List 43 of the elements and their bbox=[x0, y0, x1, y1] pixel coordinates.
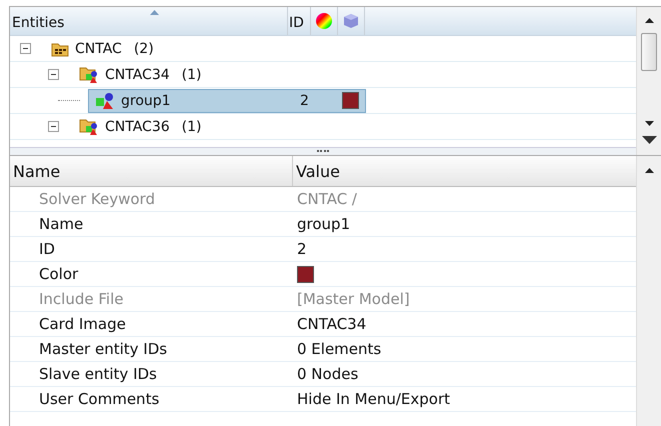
property-name: Solver Keyword bbox=[38, 190, 156, 208]
property-name: Slave entity IDs bbox=[38, 365, 158, 383]
color-wheel-icon[interactable] bbox=[315, 12, 333, 30]
scroll-thumb[interactable] bbox=[641, 33, 657, 71]
sort-arrow-icon bbox=[150, 10, 159, 15]
dropdown-arrow-icon[interactable] bbox=[642, 136, 656, 144]
property-value[interactable]: CNTAC34 bbox=[297, 315, 366, 333]
property-name: Master entity IDs bbox=[38, 340, 168, 358]
down-arrow-icon[interactable] bbox=[644, 121, 654, 126]
collapse-icon[interactable] bbox=[20, 43, 31, 54]
property-name: Name bbox=[38, 215, 84, 233]
column-heading[interactable]: Value bbox=[293, 156, 636, 186]
property-value[interactable]: group1 bbox=[297, 215, 350, 233]
column-heading[interactable]: Name bbox=[10, 156, 293, 186]
property-name: Card Image bbox=[38, 315, 127, 333]
property-name: User Comments bbox=[38, 390, 160, 408]
grip-icon bbox=[317, 150, 329, 154]
column-heading[interactable]: Entities bbox=[10, 7, 288, 35]
shapes-icon bbox=[95, 92, 115, 110]
cube-icon[interactable] bbox=[343, 13, 359, 29]
splitter-handle[interactable] bbox=[10, 147, 636, 155]
tree-item[interactable]: CNTAC34 (1) bbox=[73, 62, 208, 86]
tree-item[interactable]: group1 2 bbox=[88, 88, 366, 112]
folder-icon bbox=[79, 66, 99, 84]
property-value[interactable]: 0 Elements bbox=[297, 340, 382, 358]
up-arrow-icon[interactable] bbox=[644, 168, 654, 173]
color-swatch[interactable] bbox=[297, 266, 314, 282]
property-value[interactable]: 2 bbox=[297, 240, 307, 258]
scrollbar[interactable] bbox=[636, 156, 661, 426]
scrollbar[interactable] bbox=[636, 7, 661, 155]
property-value[interactable]: Hide In Menu/Export bbox=[297, 390, 450, 408]
tree-item[interactable]: CNTAC36 (1) bbox=[73, 114, 208, 138]
tree-item[interactable]: CNTAC (2) bbox=[45, 36, 160, 60]
folder-icon bbox=[79, 118, 99, 136]
up-arrow-icon[interactable] bbox=[644, 18, 654, 23]
folder-icon bbox=[51, 40, 69, 56]
property-name: Color bbox=[38, 265, 80, 283]
property-value[interactable]: 0 Nodes bbox=[297, 365, 358, 383]
collapse-icon[interactable] bbox=[48, 121, 59, 132]
property-name: Include File bbox=[38, 290, 124, 308]
column-heading[interactable]: ID bbox=[288, 7, 311, 35]
collapse-icon[interactable] bbox=[48, 69, 59, 80]
property-name: ID bbox=[38, 240, 56, 258]
